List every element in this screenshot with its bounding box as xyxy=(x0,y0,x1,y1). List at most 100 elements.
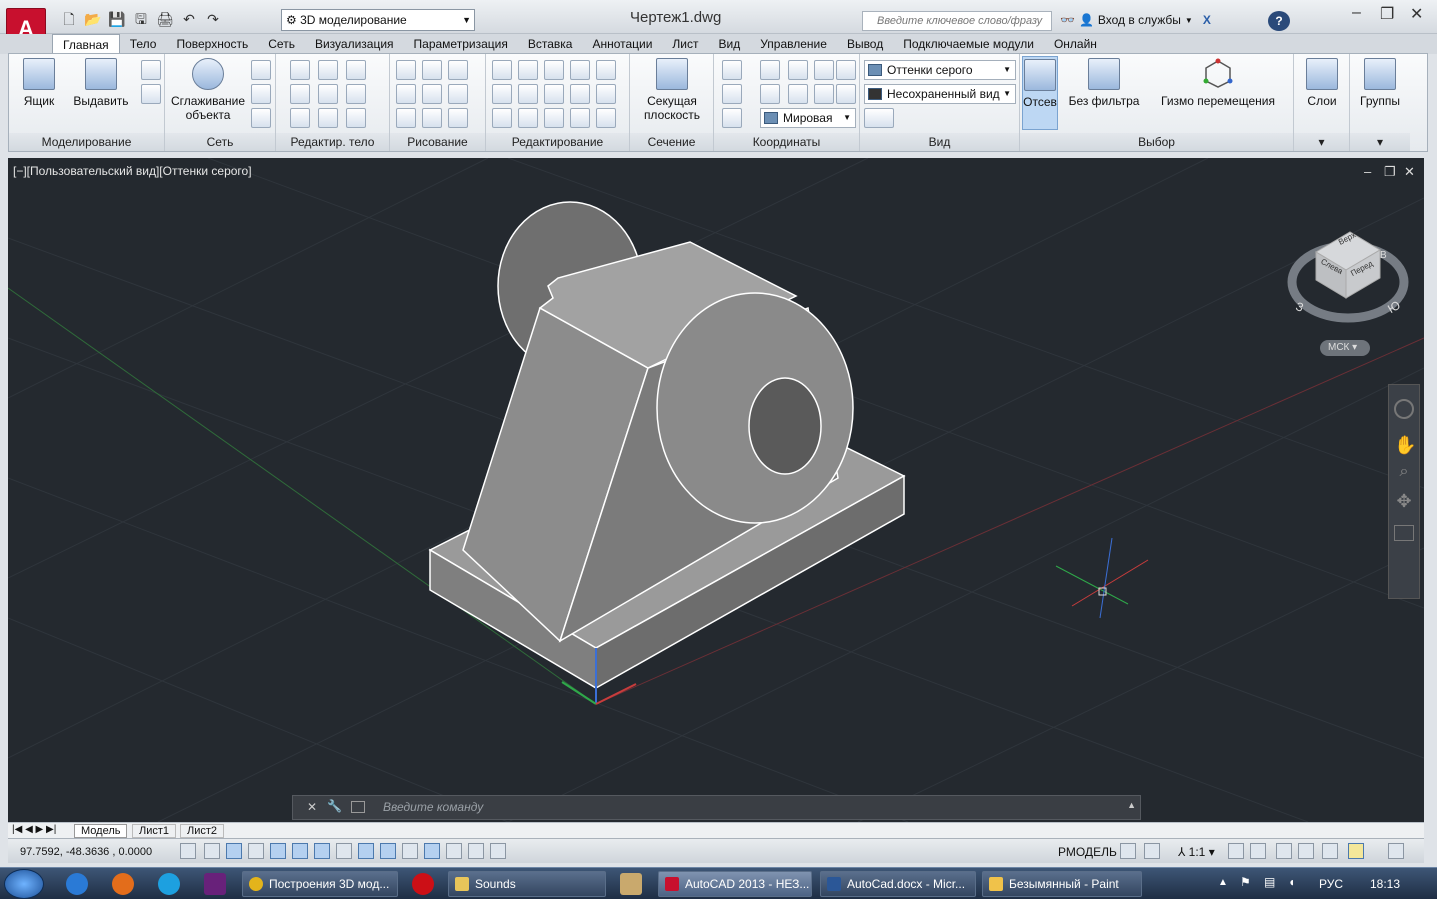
named-view-dropdown[interactable]: Несохраненный вид ▼ xyxy=(864,84,1016,104)
minimize-icon[interactable]: – xyxy=(1364,164,1371,179)
hardware-acceleration-icon[interactable] xyxy=(1322,843,1338,859)
thicken-icon[interactable] xyxy=(318,108,338,128)
panel-title[interactable]: Рисование xyxy=(390,133,485,151)
tab-layout[interactable]: Лист xyxy=(662,34,708,54)
close-icon[interactable]: ✕ xyxy=(1404,164,1415,180)
tab-mesh[interactable]: Сеть xyxy=(258,34,305,54)
app-icon[interactable] xyxy=(620,873,642,895)
chevron-up-icon[interactable]: ▲ xyxy=(1127,800,1136,810)
tab-insert[interactable]: Вставка xyxy=(518,34,583,54)
tab-plugins[interactable]: Подключаемые модули xyxy=(893,34,1044,54)
save-icon[interactable]: 💾 xyxy=(106,10,128,28)
new-file-icon[interactable]: 🗋 xyxy=(58,10,80,28)
clock[interactable]: 18:13 xyxy=(1370,877,1400,891)
slice-icon[interactable] xyxy=(318,84,338,104)
volume-icon[interactable]: ◖ xyxy=(1288,875,1295,889)
extend-icon[interactable] xyxy=(596,60,616,80)
solid-copy-icon[interactable] xyxy=(318,60,338,80)
layers-button[interactable]: Слои xyxy=(1300,58,1344,108)
search-input[interactable]: Введите ключевое слово/фразу xyxy=(862,11,1052,31)
otrack-icon[interactable] xyxy=(336,843,352,859)
mesh-remove-icon[interactable] xyxy=(251,84,271,104)
ucs-x-icon[interactable] xyxy=(788,84,808,104)
taskbar-item-word[interactable]: AutoCad.docx - Micr... xyxy=(820,871,976,897)
quick-view-drawings-icon[interactable] xyxy=(1144,843,1160,859)
annotation-visibility-icon[interactable] xyxy=(1228,843,1244,859)
tab-annotate[interactable]: Аннотации xyxy=(582,34,662,54)
tab-output[interactable]: Вывод xyxy=(837,34,893,54)
redo-icon[interactable]: ↷ xyxy=(202,10,224,28)
lock-icon[interactable] xyxy=(1298,843,1314,859)
array-icon[interactable] xyxy=(596,108,616,128)
tab-navigation-arrows[interactable]: |◀ ◀ ▶ ▶| xyxy=(12,824,56,835)
scale-icon[interactable] xyxy=(570,84,590,104)
coordinates-readout[interactable]: 97.7592, -48.3636 , 0.0000 xyxy=(20,846,152,858)
ucs-view-icon[interactable] xyxy=(814,60,834,80)
offset-icon[interactable] xyxy=(544,108,564,128)
tab-sheet1[interactable]: Лист1 xyxy=(132,824,177,838)
mesh-add-icon[interactable] xyxy=(251,60,271,80)
showmotion-icon[interactable] xyxy=(1394,525,1414,541)
tab-manage[interactable]: Управление xyxy=(750,34,837,54)
language-indicator[interactable]: РУС xyxy=(1319,877,1343,891)
tab-surface[interactable]: Поверхность xyxy=(166,34,258,54)
arc-icon[interactable] xyxy=(448,60,468,80)
tab-model[interactable]: Модель xyxy=(74,824,128,838)
panel-title[interactable]: Моделирование xyxy=(9,133,164,151)
save-as-icon[interactable]: 🖫 xyxy=(130,10,152,28)
opera-icon[interactable] xyxy=(412,873,434,895)
close-icon[interactable]: ✕ xyxy=(307,800,317,814)
section-plane-button[interactable]: Секущая плоскость xyxy=(636,58,708,122)
model-canvas[interactable] xyxy=(8,158,1424,822)
visual-style-dropdown[interactable]: Оттенки серого ▼ xyxy=(864,60,1016,80)
panel-title[interactable]: Сечение xyxy=(630,133,713,151)
command-line[interactable]: ✕ 🔧 Введите команду ▲ xyxy=(292,795,1141,820)
presspull-icon[interactable] xyxy=(141,84,161,104)
3d-scale-icon[interactable] xyxy=(570,60,590,80)
polygon-icon[interactable] xyxy=(396,108,416,128)
tray-expand-icon[interactable]: ▲ xyxy=(1218,877,1228,888)
transparency-icon[interactable] xyxy=(424,843,440,859)
command-input[interactable]: Введите команду xyxy=(383,800,483,814)
ucs-previous-icon[interactable] xyxy=(760,84,780,104)
gizmo-toggle-icon[interactable] xyxy=(490,843,506,859)
tab-solid[interactable]: Тело xyxy=(120,34,167,54)
clean-screen-icon[interactable] xyxy=(1388,843,1404,859)
intersect-icon[interactable] xyxy=(290,108,310,128)
polar-icon[interactable] xyxy=(270,843,286,859)
polysolid-icon[interactable] xyxy=(141,60,161,80)
groups-button[interactable]: Группы xyxy=(1354,58,1406,108)
erase-icon[interactable] xyxy=(492,108,512,128)
close-icon[interactable]: ✕ xyxy=(1410,4,1423,24)
maximize-icon[interactable]: ❐ xyxy=(1380,4,1394,24)
annotation-scale[interactable]: ⅄ 1:1 ▾ xyxy=(1178,845,1215,859)
helix-icon[interactable] xyxy=(422,60,442,80)
compass-east-label[interactable]: В xyxy=(1380,250,1387,261)
restore-icon[interactable]: ❐ xyxy=(1384,164,1396,180)
model-space-toggle[interactable]: РМОДЕЛЬ xyxy=(1058,845,1117,859)
taskbar-item-sounds[interactable]: Sounds xyxy=(448,871,606,897)
3d-osnap-icon[interactable] xyxy=(292,843,308,859)
panel-expand[interactable]: ▾ xyxy=(1294,133,1349,151)
subtract-icon[interactable] xyxy=(290,84,310,104)
tab-online[interactable]: Онлайн xyxy=(1044,34,1107,54)
minimize-icon[interactable]: – xyxy=(1352,4,1361,22)
steering-wheel-icon[interactable] xyxy=(1394,399,1414,419)
culling-button[interactable]: Отсев xyxy=(1022,56,1058,130)
tab-parametric[interactable]: Параметризация xyxy=(404,34,518,54)
ducs-icon[interactable] xyxy=(358,843,374,859)
skype-icon[interactable] xyxy=(158,873,180,895)
open-file-icon[interactable]: 📂 xyxy=(82,10,104,28)
customize-wrench-icon[interactable]: 🔧 xyxy=(327,799,342,813)
flag-icon[interactable]: ⚑ xyxy=(1240,875,1251,889)
ucs-world-icon[interactable] xyxy=(836,84,856,104)
help-button[interactable]: ? xyxy=(1268,11,1290,31)
stretch-icon[interactable] xyxy=(570,108,590,128)
viewport-config-icon[interactable] xyxy=(864,108,894,128)
rectangle-icon[interactable] xyxy=(422,108,442,128)
drawing-viewport[interactable]: [−][Пользовательский вид][Оттенки серого… xyxy=(8,158,1424,822)
panel-title[interactable]: Координаты xyxy=(714,133,859,151)
taskbar-item-autocad[interactable]: AutoCAD 2013 - НЕЗ... xyxy=(658,871,812,897)
line-icon[interactable] xyxy=(422,84,442,104)
dyn-icon[interactable] xyxy=(380,843,396,859)
